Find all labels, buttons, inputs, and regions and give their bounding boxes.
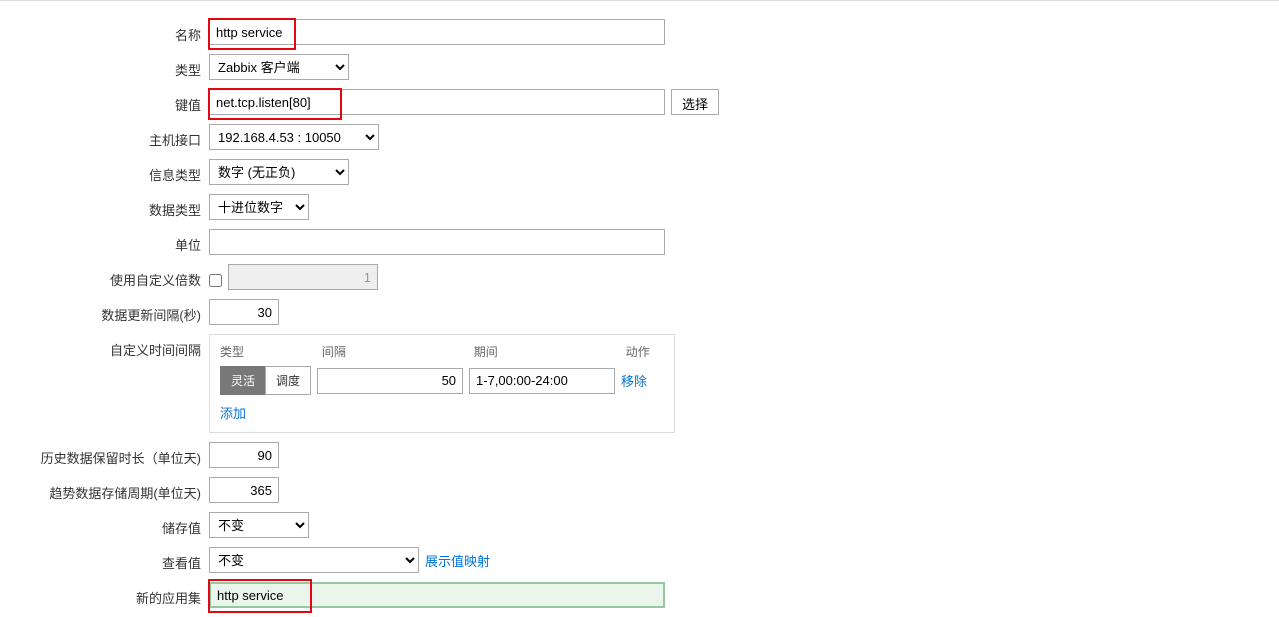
interval-type-flexible-button[interactable]: 灵活	[220, 366, 265, 395]
interval-value-input[interactable]	[317, 368, 463, 394]
multiplier-input	[228, 264, 378, 290]
show-value-mappings-link[interactable]: 展示值映射	[425, 551, 490, 570]
select-key-button[interactable]: 选择	[671, 89, 719, 115]
label-type: 类型	[0, 54, 209, 79]
label-units: 单位	[0, 229, 209, 254]
data-type-select[interactable]: 十进位数字	[209, 194, 309, 220]
label-host-interface: 主机接口	[0, 124, 209, 149]
interval-add-link[interactable]: 添加	[220, 403, 246, 422]
units-input[interactable]	[209, 229, 665, 255]
multiplier-checkbox[interactable]	[209, 274, 222, 287]
type-select[interactable]: Zabbix 客户端	[209, 54, 349, 80]
label-data-type: 数据类型	[0, 194, 209, 219]
interval-head-period: 期间	[474, 343, 626, 360]
interval-head-action: 动作	[626, 343, 664, 360]
info-type-select[interactable]: 数字 (无正负)	[209, 159, 349, 185]
history-input[interactable]	[209, 442, 279, 468]
label-key: 键值	[0, 89, 209, 114]
label-name: 名称	[0, 19, 209, 44]
label-show-value: 查看值	[0, 547, 209, 572]
label-new-application: 新的应用集	[0, 582, 209, 607]
host-interface-select[interactable]: 192.168.4.53 : 10050	[209, 124, 379, 150]
item-form: 名称 类型 Zabbix 客户端 键值 选择 主机接口 192.168.4.53…	[0, 1, 1279, 608]
label-multiplier: 使用自定义倍数	[0, 264, 209, 289]
trends-input[interactable]	[209, 477, 279, 503]
label-custom-intervals: 自定义时间间隔	[0, 334, 209, 359]
store-value-select[interactable]: 不变	[209, 512, 309, 538]
update-interval-input[interactable]	[209, 299, 279, 325]
key-input[interactable]	[209, 89, 665, 115]
custom-intervals-box: 类型 间隔 期间 动作 灵活 调度 移除 添加	[209, 334, 675, 433]
show-value-select[interactable]: 不变	[209, 547, 419, 573]
interval-remove-link[interactable]: 移除	[621, 371, 647, 390]
interval-period-input[interactable]	[469, 368, 615, 394]
label-trends: 趋势数据存储周期(单位天)	[0, 477, 209, 502]
name-input[interactable]	[209, 19, 665, 45]
new-application-input[interactable]	[209, 582, 665, 608]
label-update-interval: 数据更新间隔(秒)	[0, 299, 209, 324]
interval-type-scheduling-button[interactable]: 调度	[265, 366, 311, 395]
label-store-value: 储存值	[0, 512, 209, 537]
label-history: 历史数据保留时长（单位天)	[0, 442, 209, 467]
label-info-type: 信息类型	[0, 159, 209, 184]
interval-head-type: 类型	[220, 343, 322, 360]
interval-head-interval: 间隔	[322, 343, 474, 360]
